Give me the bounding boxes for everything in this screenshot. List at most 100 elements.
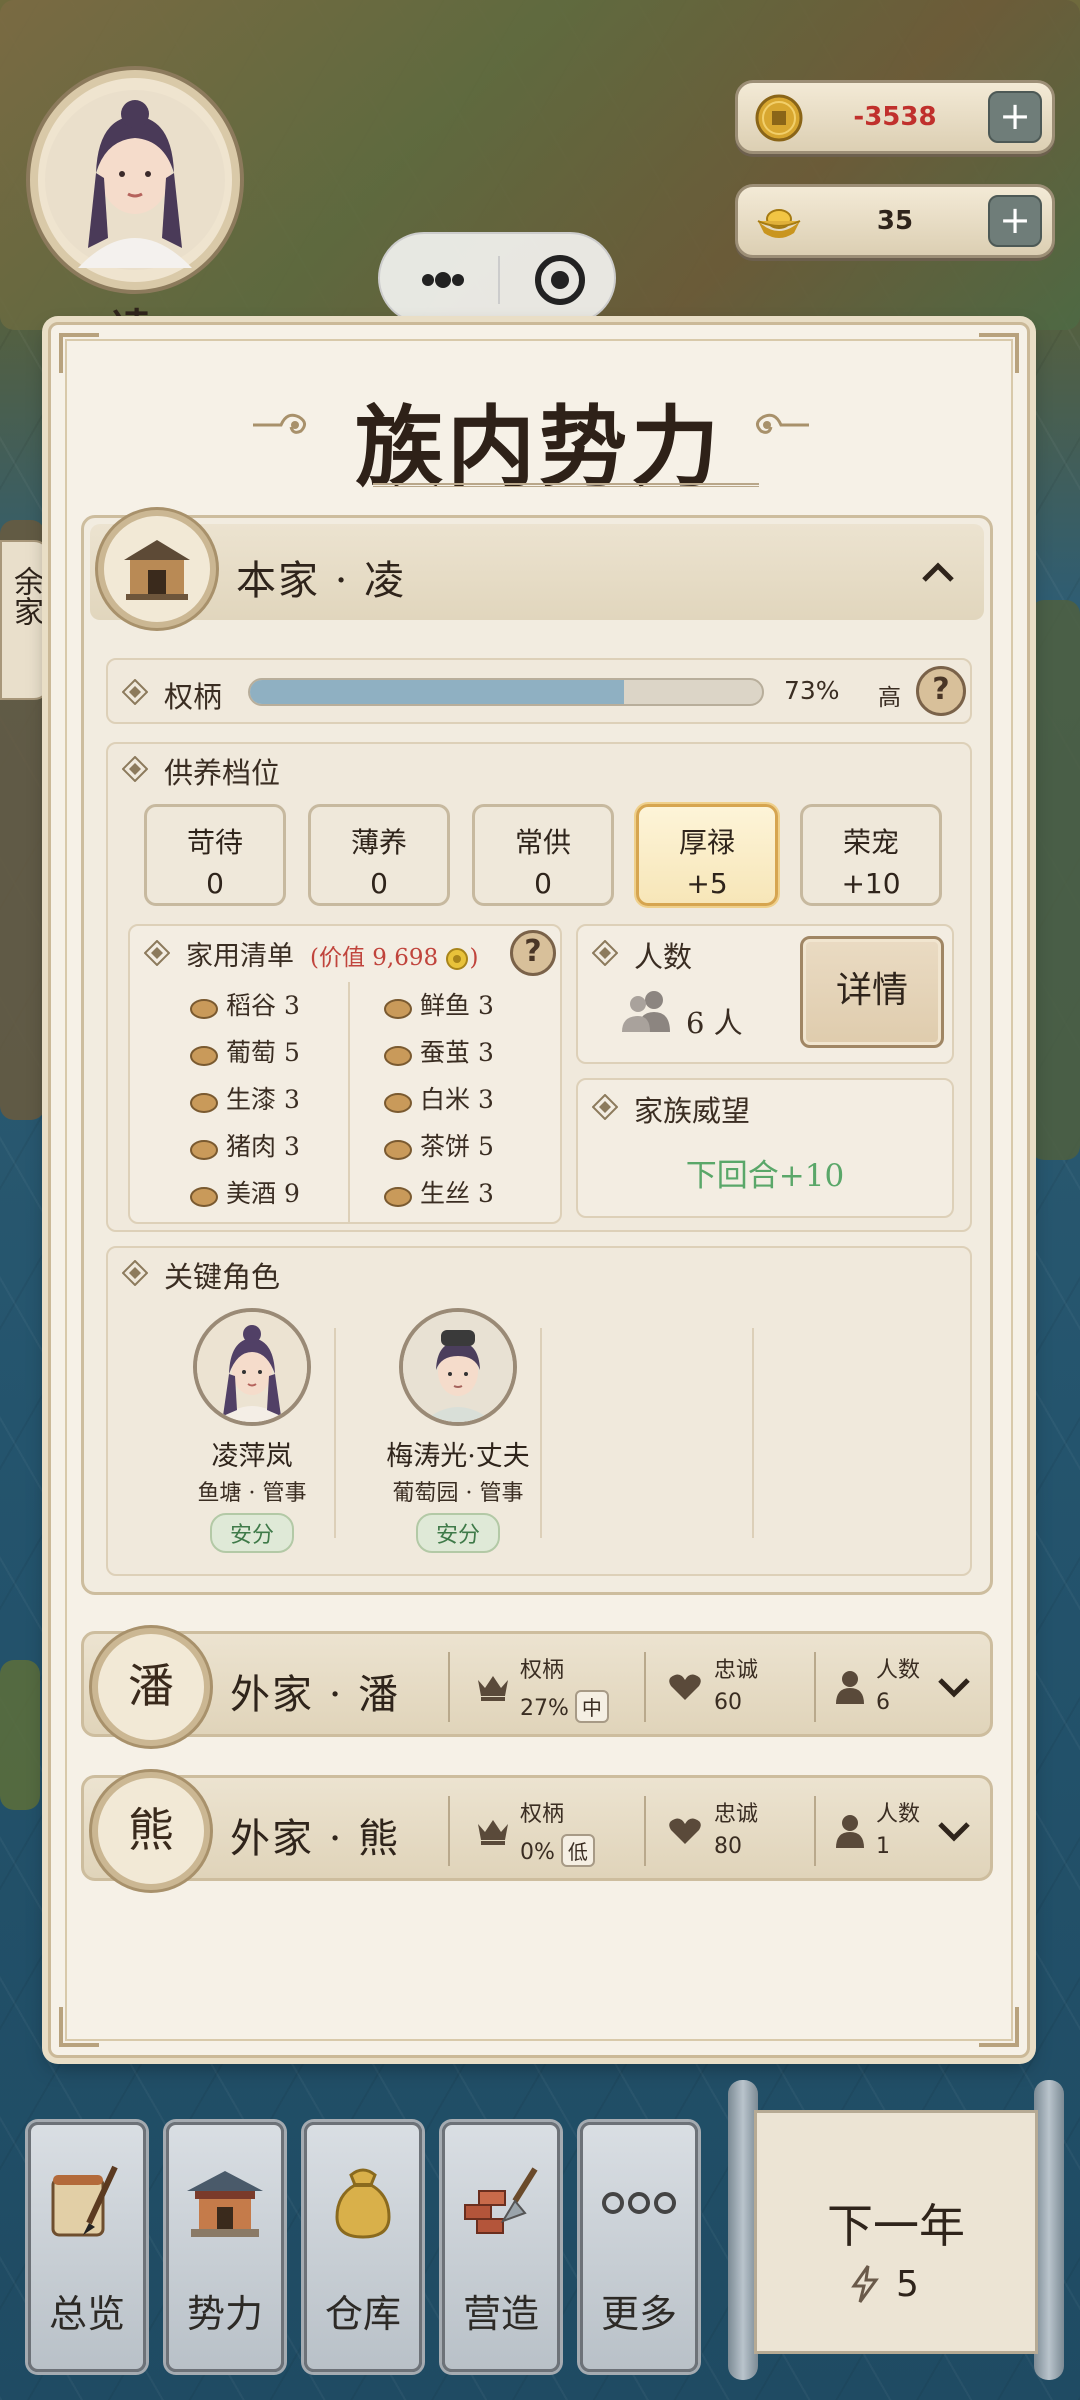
power-label: 权柄 bbox=[164, 680, 223, 714]
loyalty-stat-value: 60 bbox=[714, 1690, 742, 1715]
list-divider bbox=[348, 982, 350, 1222]
family-row-pan[interactable]: 潘 外家 · 潘 权柄 27% 中 忠诚 60 人数 6 bbox=[81, 1628, 993, 1746]
item-quantity: 3 bbox=[477, 991, 494, 1020]
capsule-divider bbox=[498, 256, 500, 304]
next-year-button[interactable]: 下一年 5 bbox=[728, 2080, 1064, 2380]
coin-amount: -3538 bbox=[853, 102, 937, 132]
household-list-box[interactable]: 家用清单 (价值 9,698 ) ? 稻谷 3葡萄 5生漆 3猪肉 3美酒 9漆… bbox=[128, 924, 562, 1224]
tier-button[interactable]: 薄养 0 bbox=[308, 804, 450, 906]
family-title: 外家 · 潘 bbox=[230, 1672, 401, 1718]
power-help-button[interactable]: ? bbox=[916, 666, 966, 716]
rice-icon bbox=[188, 995, 220, 1021]
tier-name: 常供 bbox=[514, 826, 571, 859]
tier-button[interactable]: 荣宠 +10 bbox=[800, 804, 942, 906]
family-seal-text: 熊 bbox=[128, 1803, 174, 1857]
diamond-bullet-icon bbox=[122, 679, 148, 705]
item-quantity: 3 bbox=[283, 1132, 300, 1161]
tier-button[interactable]: 常供 0 bbox=[472, 804, 614, 906]
lady-portrait-icon bbox=[197, 1312, 307, 1422]
chevron-down-icon[interactable] bbox=[934, 1668, 974, 1708]
card-divider bbox=[540, 1328, 542, 1538]
nav-build-button[interactable]: 营造 bbox=[442, 2122, 560, 2372]
character-card[interactable]: 凌萍岚 鱼塘 · 管事 安分 bbox=[152, 1308, 352, 1553]
power-stat-value: 27% bbox=[520, 1696, 569, 1721]
item-name: 茶饼 bbox=[420, 1132, 471, 1161]
heart-icon bbox=[669, 1818, 701, 1844]
household-help-button[interactable]: ? bbox=[510, 930, 556, 976]
main-family-panel: 本家 · 凌 权柄 73% 高 ? 供养档位 苛待 0 薄养 0 常供 0 厚禄 +5 … bbox=[81, 510, 993, 1595]
card-divider bbox=[334, 1328, 336, 1538]
left-side-tab[interactable]: 余家 bbox=[0, 540, 50, 700]
details-button[interactable]: 详情 bbox=[800, 936, 944, 1048]
white-rice-icon bbox=[382, 1089, 414, 1115]
prestige-box: 家族威望 下回合+10 bbox=[576, 1078, 954, 1218]
scroll-brush-icon bbox=[51, 2165, 118, 2237]
tier-button-selected[interactable]: 厚禄 +5 bbox=[636, 804, 778, 906]
power-level-tag: 低 bbox=[560, 1834, 595, 1867]
power-stat-label: 权柄 bbox=[520, 1658, 565, 1683]
nav-label: 总览 bbox=[48, 2292, 125, 2336]
crown-icon bbox=[478, 1676, 508, 1701]
power-progress-fill bbox=[250, 680, 624, 704]
tier-name: 薄养 bbox=[350, 826, 407, 859]
stat-divider bbox=[448, 1652, 450, 1722]
item-quantity: 3 bbox=[477, 1038, 494, 1067]
key-roles-section: 关键角色 凌萍岚 鱼塘 · 管事 安分 梅涛光·丈夫 葡萄园 · 管事 安分 bbox=[106, 1246, 972, 1576]
main-family-seal bbox=[98, 510, 216, 628]
household-item: 鲜鱼 3 bbox=[382, 986, 494, 1022]
stat-divider bbox=[644, 1652, 646, 1722]
tier-name: 厚禄 bbox=[678, 826, 735, 859]
crown-icon bbox=[478, 1820, 508, 1845]
power-level-tag: 中 bbox=[574, 1690, 609, 1723]
more-options-button[interactable] bbox=[398, 252, 488, 308]
nav-label: 势力 bbox=[186, 2292, 263, 2336]
character-status-badge: 安分 bbox=[209, 1513, 294, 1553]
population-stat-value: 1 bbox=[876, 1834, 890, 1859]
next-year-label: 下一年 bbox=[827, 2199, 965, 2253]
power-level: 高 bbox=[878, 685, 901, 711]
tier-button[interactable]: 苛待 0 bbox=[144, 804, 286, 906]
clan-power-dialog: 族内势力 本家 · 凌 权柄 73% 高 ? 供养档位 苛待 0 薄养 0 常供… bbox=[48, 322, 1030, 2058]
heart-icon bbox=[669, 1674, 701, 1700]
add-gold-button[interactable]: + bbox=[988, 195, 1042, 247]
nav-power-button[interactable]: 势力 bbox=[166, 2122, 284, 2372]
family-power: 权柄 27% 中 bbox=[520, 1652, 609, 1723]
character-card[interactable]: 梅涛光·丈夫 葡萄园 · 管事 安分 bbox=[358, 1308, 558, 1553]
nav-label: 仓库 bbox=[324, 2292, 401, 2336]
title-underline bbox=[373, 483, 759, 487]
population-count: 6 人 bbox=[686, 1006, 743, 1040]
power-stat-value: 0% bbox=[520, 1840, 555, 1865]
item-quantity: 3 bbox=[477, 1085, 494, 1114]
nav-overview-button[interactable]: 总览 bbox=[28, 2122, 146, 2372]
corner-ornament bbox=[59, 2007, 99, 2047]
character-status-badge: 安分 bbox=[415, 1513, 500, 1553]
map-tile bbox=[0, 1660, 40, 1810]
family-row-xiong[interactable]: 熊 外家 · 熊 权柄 0% 低 忠诚 80 人数 1 bbox=[81, 1772, 993, 1890]
key-roles-label: 关键角色 bbox=[164, 1260, 281, 1294]
nav-more-button[interactable]: 更多 bbox=[580, 2122, 698, 2372]
power-progress-bar bbox=[248, 678, 764, 706]
household-value-text: (价值 9,698 bbox=[310, 945, 439, 971]
family-population: 人数 1 bbox=[876, 1796, 920, 1859]
loyalty-stat-label: 忠诚 bbox=[714, 1658, 759, 1683]
item-quantity: 3 bbox=[283, 991, 300, 1020]
main-family-header[interactable]: 本家 · 凌 bbox=[90, 510, 984, 628]
nav-warehouse-button[interactable]: 仓库 bbox=[304, 2122, 422, 2372]
close-program-button[interactable] bbox=[515, 248, 605, 312]
coin-resource-bar: -3538 + bbox=[735, 80, 1055, 154]
tier-value: +10 bbox=[841, 867, 901, 900]
raw-silk-icon bbox=[382, 1183, 414, 1209]
household-item: 茶饼 5 bbox=[382, 1127, 494, 1163]
item-name: 稻谷 bbox=[226, 991, 277, 1020]
more-dots-icon bbox=[422, 272, 464, 288]
more-dots-icon bbox=[602, 2192, 676, 2214]
household-item: 葡萄 5 bbox=[188, 1033, 300, 1069]
player-avatar[interactable] bbox=[30, 70, 240, 290]
stat-divider bbox=[644, 1796, 646, 1866]
add-coins-button[interactable]: + bbox=[988, 91, 1042, 143]
chevron-down-icon[interactable] bbox=[934, 1812, 974, 1852]
character-name: 凌萍岚 bbox=[211, 1441, 293, 1472]
item-quantity: 5 bbox=[477, 1132, 494, 1161]
cocoon-icon bbox=[382, 1042, 414, 1068]
chevron-up-icon[interactable] bbox=[918, 552, 958, 592]
